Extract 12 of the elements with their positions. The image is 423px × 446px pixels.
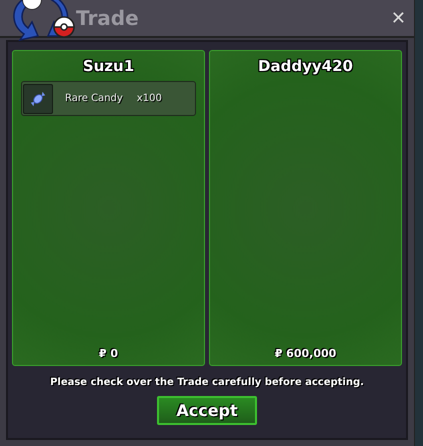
item-row[interactable]: Rare Candy x100 <box>21 81 196 116</box>
money-amount: ₽ 0 <box>98 347 120 362</box>
player-name: Suzu1 <box>82 56 136 75</box>
player-name: Daddyy420 <box>257 56 354 75</box>
accept-button[interactable]: Accept <box>157 396 257 425</box>
instruction-text: Please check over the Trade carefully before accepting. <box>49 377 365 388</box>
item-name: Rare Candy <box>65 93 123 104</box>
window-title: Trade <box>76 6 140 30</box>
close-button[interactable]: ✕ <box>388 8 408 28</box>
item-quantity: x100 <box>136 93 162 104</box>
candy-icon <box>29 90 47 108</box>
money-amount: ₽ 600,000 <box>274 347 338 362</box>
